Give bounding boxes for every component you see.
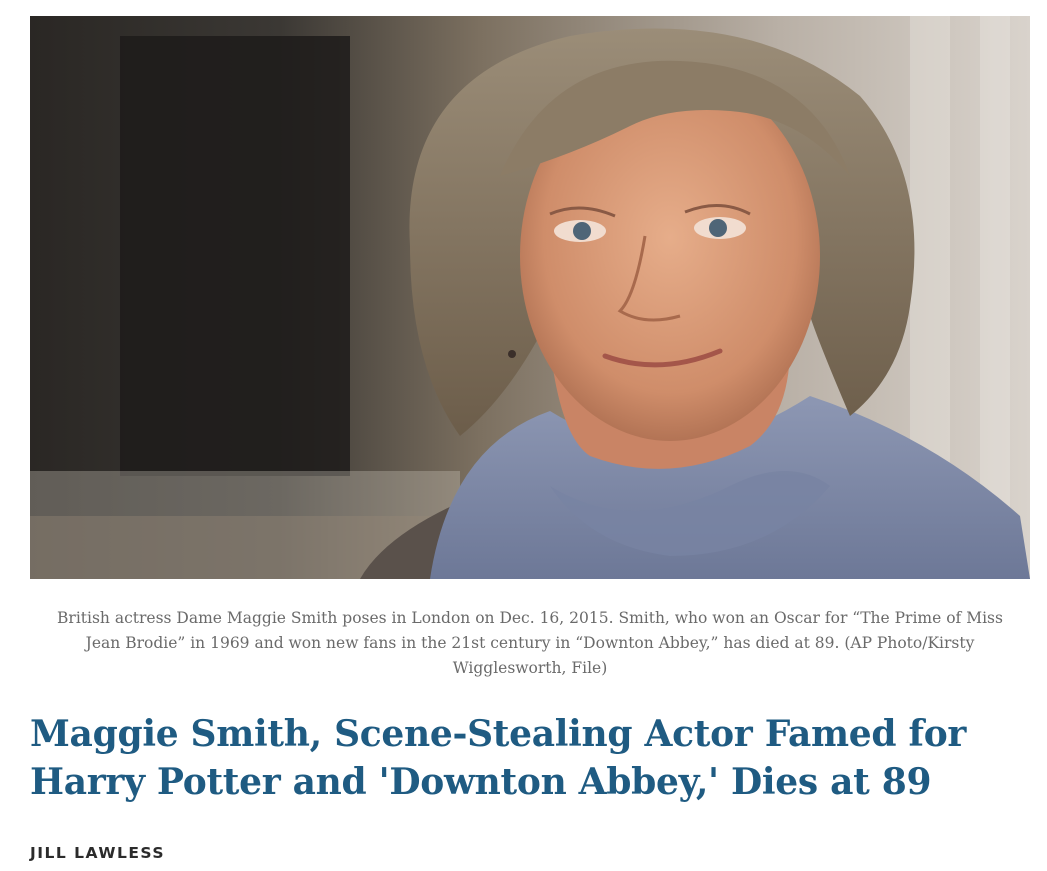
portrait-illustration <box>30 16 1030 579</box>
article-hero-photo <box>30 16 1030 579</box>
article-headline: Maggie Smith, Scene-Stealing Actor Famed… <box>30 713 967 803</box>
photo-caption: British actress Dame Maggie Smith poses … <box>57 609 1003 677</box>
author-byline[interactable]: JILL LAWLESS <box>30 843 165 863</box>
